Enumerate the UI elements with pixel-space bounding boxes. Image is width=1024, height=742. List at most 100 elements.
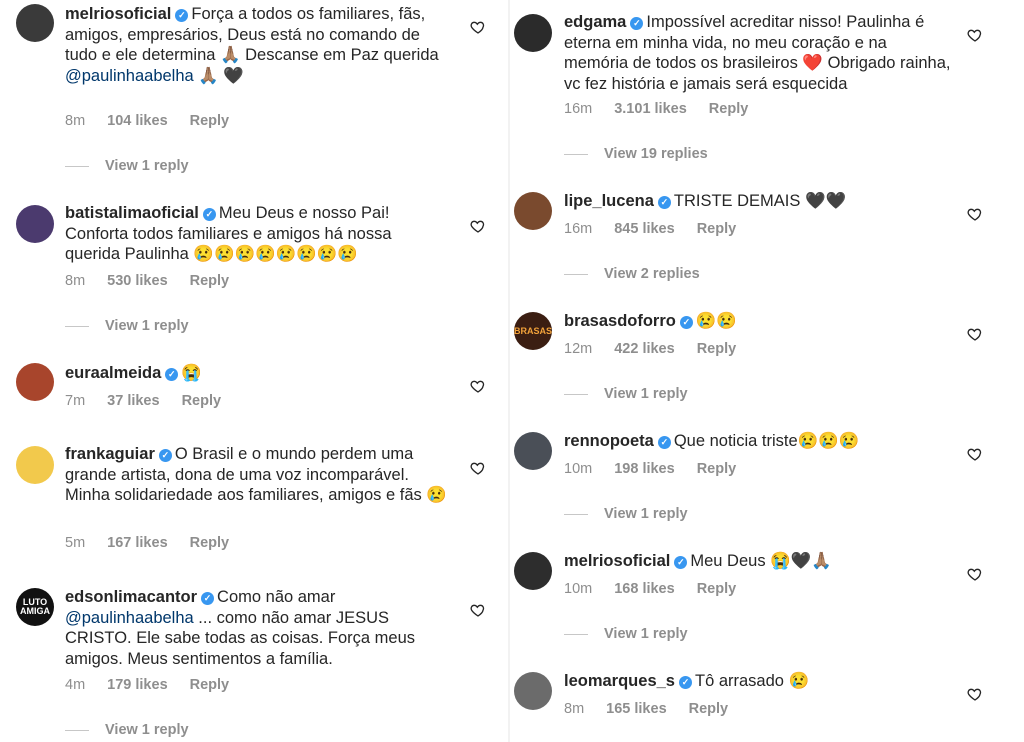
column-divider [508, 0, 510, 742]
likes-count[interactable]: 198 likes [614, 461, 674, 477]
likes-count[interactable]: 422 likes [614, 341, 674, 357]
comment-text-trail: 🙏🏽 🖤 [193, 66, 244, 85]
likes-count[interactable]: 37 likes [107, 393, 159, 409]
avatar[interactable] [16, 4, 54, 42]
comment-time: 8m [65, 273, 86, 289]
avatar[interactable] [16, 446, 54, 484]
comment-username[interactable]: edgama [564, 13, 626, 31]
heart-outline-icon[interactable] [470, 378, 486, 394]
likes-count[interactable]: 168 likes [614, 581, 674, 597]
heart-outline-icon[interactable] [470, 460, 486, 476]
view-replies-button[interactable]: View 1 reply [65, 158, 189, 174]
mention-link[interactable]: @paulinhaabelha [65, 67, 194, 85]
comment-text: 😭 [181, 364, 202, 382]
comment-meta: 8m 104 likes Reply [65, 113, 251, 129]
verified-badge-icon: ✓ [657, 196, 671, 209]
comment-time: 10m [564, 581, 593, 597]
avatar[interactable]: BRASAS [514, 312, 552, 350]
likes-count[interactable]: 179 likes [107, 677, 167, 693]
avatar[interactable]: LUTO AMIGA [16, 588, 54, 626]
reply-button[interactable]: Reply [697, 221, 737, 237]
view-replies-label: View 1 reply [604, 626, 688, 642]
view-replies-label: View 1 reply [105, 158, 189, 174]
verified-badge-icon: ✓ [202, 208, 216, 221]
comment-username[interactable]: frankaguiar [65, 445, 155, 463]
comment-username[interactable]: brasasdoforro [564, 312, 676, 330]
view-replies-label: View 1 reply [105, 318, 189, 334]
reply-button[interactable]: Reply [709, 101, 749, 117]
comment-meta: 8m 165 likes Reply [564, 701, 750, 717]
comment-username[interactable]: melriosoficial [65, 5, 171, 23]
comment-time: 5m [65, 535, 86, 551]
view-replies-label: View 19 replies [604, 146, 708, 162]
view-replies-button[interactable]: View 1 reply [65, 722, 189, 738]
comment-time: 16m [564, 221, 593, 237]
verified-badge-icon: ✓ [175, 9, 189, 22]
reply-button[interactable]: Reply [689, 701, 729, 717]
reply-button[interactable]: Reply [182, 393, 222, 409]
comment-meta: 8m 530 likes Reply [65, 273, 251, 289]
replies-line [564, 153, 588, 155]
replies-line [65, 325, 89, 327]
reply-button[interactable]: Reply [190, 273, 230, 289]
heart-outline-icon[interactable] [470, 602, 486, 618]
reply-button[interactable]: Reply [190, 535, 230, 551]
avatar[interactable] [514, 14, 552, 52]
heart-outline-icon[interactable] [967, 27, 983, 43]
comment-username[interactable]: leomarques_s [564, 672, 675, 690]
mention-link[interactable]: @paulinhaabelha [65, 609, 194, 627]
comment-body: melriosoficial ✓ Meu Deus 😭🖤🙏🏽 [564, 551, 954, 572]
comment-body: leomarques_s ✓ Tô arrasado 😢 [564, 671, 954, 692]
avatar[interactable] [514, 672, 552, 710]
heart-outline-icon[interactable] [967, 446, 983, 462]
comment-username[interactable]: rennopoeta [564, 432, 654, 450]
comment-meta: 10m 198 likes Reply [564, 461, 758, 477]
comment-body: melriosoficial ✓ Força a todos os familiar… [65, 4, 455, 86]
view-replies-button[interactable]: View 19 replies [564, 146, 708, 162]
heart-outline-icon[interactable] [967, 326, 983, 342]
heart-outline-icon[interactable] [470, 218, 486, 234]
likes-count[interactable]: 845 likes [614, 221, 674, 237]
heart-outline-icon[interactable] [470, 19, 486, 35]
comment-time: 12m [564, 341, 593, 357]
heart-outline-icon[interactable] [967, 686, 983, 702]
comment-username[interactable]: edsonlimacantor [65, 588, 197, 606]
view-replies-button[interactable]: View 2 replies [564, 266, 700, 282]
comment-time: 7m [65, 393, 86, 409]
avatar[interactable] [514, 192, 552, 230]
view-replies-button[interactable]: View 1 reply [65, 318, 189, 334]
reply-button[interactable]: Reply [697, 581, 737, 597]
comment-username[interactable]: lipe_lucena [564, 192, 654, 210]
comment-text: 😢😢 [695, 312, 737, 330]
comment-time: 10m [564, 461, 593, 477]
likes-count[interactable]: 104 likes [107, 113, 167, 129]
avatar[interactable] [16, 363, 54, 401]
heart-outline-icon[interactable] [967, 206, 983, 222]
verified-badge-icon: ✓ [679, 316, 693, 329]
heart-outline-icon[interactable] [967, 566, 983, 582]
avatar[interactable] [514, 432, 552, 470]
view-replies-label: View 1 reply [105, 722, 189, 738]
likes-count[interactable]: 530 likes [107, 273, 167, 289]
verified-badge-icon: ✓ [630, 17, 644, 30]
comment-username[interactable]: melriosoficial [564, 552, 670, 570]
likes-count[interactable]: 3.101 likes [614, 101, 687, 117]
reply-button[interactable]: Reply [190, 677, 230, 693]
reply-button[interactable]: Reply [697, 461, 737, 477]
likes-count[interactable]: 165 likes [606, 701, 666, 717]
reply-button[interactable]: Reply [190, 113, 230, 129]
comment-username[interactable]: batistalimaoficial [65, 204, 199, 222]
replies-line [564, 513, 588, 515]
likes-count[interactable]: 167 likes [107, 535, 167, 551]
reply-button[interactable]: Reply [697, 341, 737, 357]
comment-username[interactable]: euraalmeida [65, 364, 161, 382]
view-replies-button[interactable]: View 1 reply [564, 386, 688, 402]
view-replies-button[interactable]: View 1 reply [564, 626, 688, 642]
verified-badge-icon: ✓ [165, 368, 179, 381]
verified-badge-icon: ✓ [657, 436, 671, 449]
avatar[interactable] [16, 205, 54, 243]
avatar[interactable] [514, 552, 552, 590]
view-replies-button[interactable]: View 1 reply [564, 506, 688, 522]
comment-body: edsonlimacantor ✓ Como não amar @paulinhaa… [65, 587, 450, 669]
comment-body: euraalmeida ✓ 😭 [65, 363, 455, 384]
